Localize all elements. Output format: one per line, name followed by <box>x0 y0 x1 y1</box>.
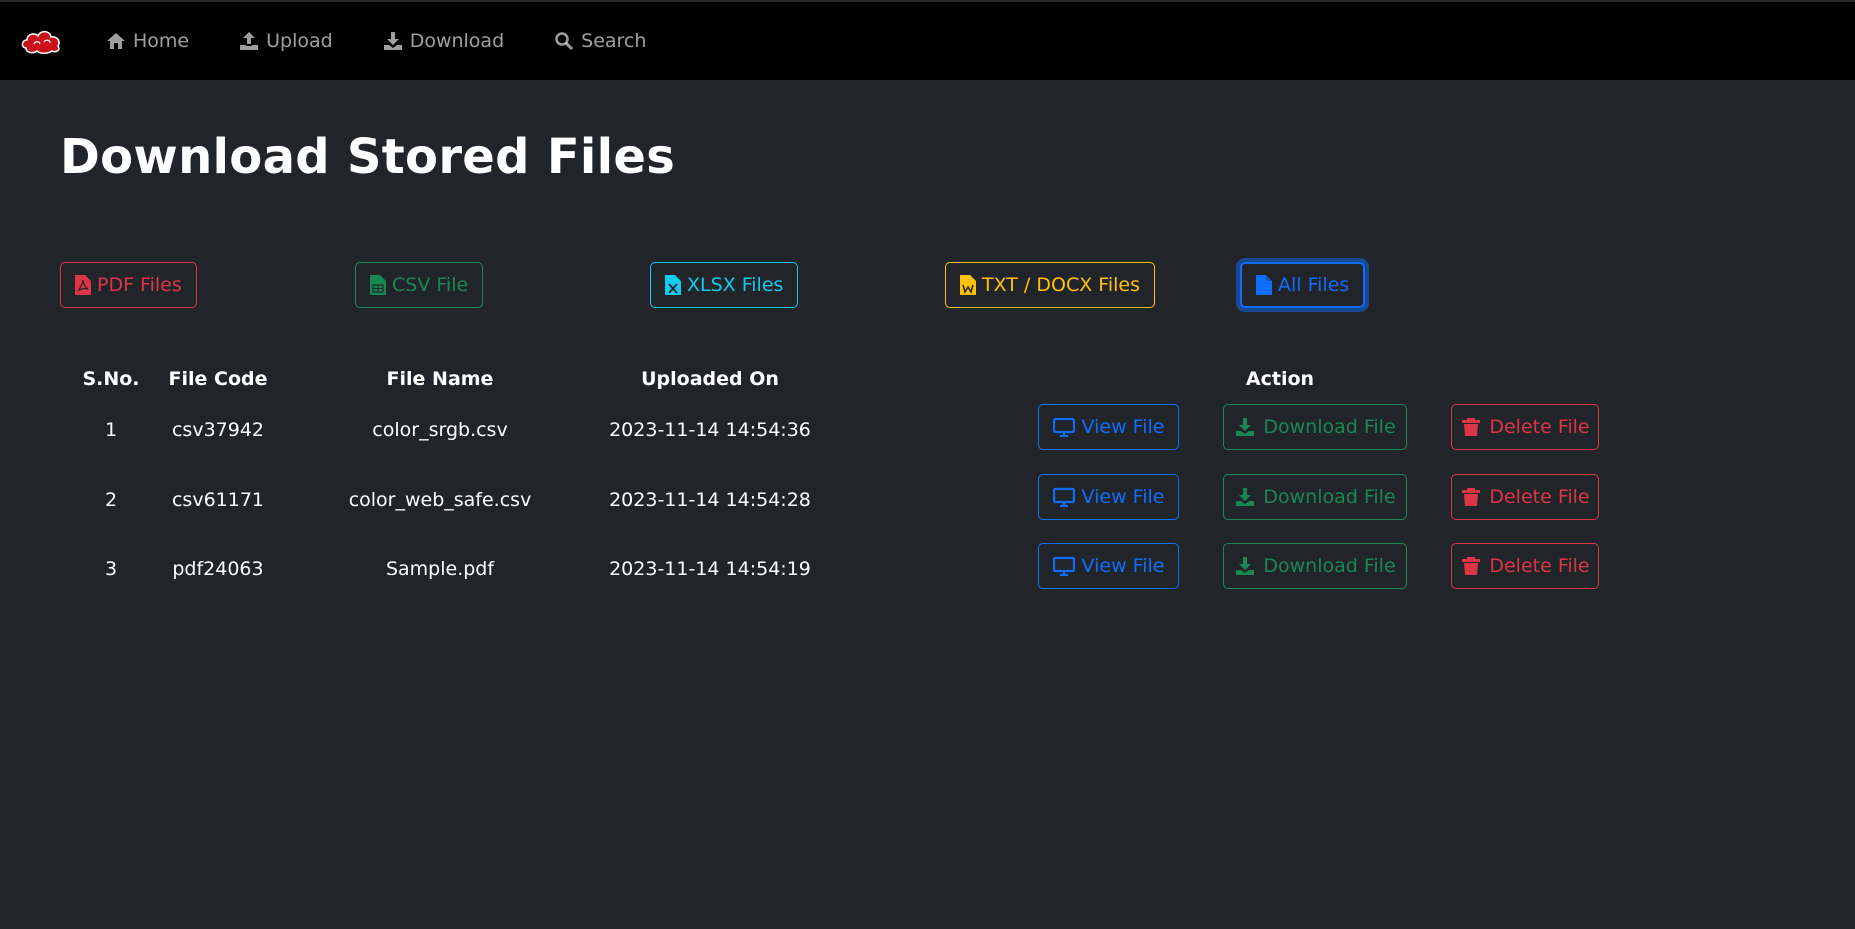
row2-uploaded: 2023-11-14 14:54:28 <box>609 489 811 511</box>
header-file-code: File Code <box>168 368 268 390</box>
row2-download-label: Download File <box>1263 486 1396 508</box>
trash-icon <box>1462 418 1481 436</box>
txt-docx-files-button[interactable]: TXT / DOCX Files <box>945 262 1155 308</box>
page-title: Download Stored Files <box>60 129 676 185</box>
row3-name: Sample.pdf <box>385 558 495 580</box>
header-file-name: File Name <box>386 368 494 390</box>
all-files-button[interactable]: All Files <box>1240 262 1366 308</box>
file-csv-icon <box>370 275 386 295</box>
nav-search-label: Search <box>581 30 647 52</box>
row2-download-button[interactable]: Download File <box>1223 474 1407 520</box>
txt-docx-files-label: TXT / DOCX Files <box>982 274 1140 296</box>
upload-icon <box>240 32 259 50</box>
navbar: Home Upload Download Search <box>0 0 1855 80</box>
monitor-icon <box>1052 487 1075 507</box>
nav-home[interactable]: Home <box>106 30 189 52</box>
row2-view-button[interactable]: View File <box>1038 474 1179 520</box>
nav-search[interactable]: Search <box>554 30 646 52</box>
row1-download-button[interactable]: Download File <box>1223 404 1407 450</box>
row2-code: csv61171 <box>171 489 265 511</box>
row2-delete-label: Delete File <box>1489 486 1590 508</box>
csv-files-label: CSV File <box>392 274 469 296</box>
row1-name: color_srgb.csv <box>372 419 508 441</box>
row1-view-button[interactable]: View File <box>1038 404 1179 450</box>
trash-icon <box>1462 488 1481 506</box>
row2-view-label: View File <box>1081 486 1165 508</box>
file-icon <box>1256 275 1272 295</box>
download-icon <box>383 32 402 50</box>
search-icon <box>555 32 574 51</box>
monitor-icon <box>1052 556 1075 576</box>
row2-sno: 2 <box>104 489 118 511</box>
trash-icon <box>1462 557 1481 575</box>
row2-name: color_web_safe.csv <box>348 489 532 511</box>
row1-delete-button[interactable]: Delete File <box>1451 404 1599 450</box>
download-icon <box>1236 557 1255 575</box>
monitor-icon <box>1052 417 1075 437</box>
row1-uploaded: 2023-11-14 14:54:36 <box>609 419 811 441</box>
header-uploaded-on: Uploaded On <box>641 368 779 390</box>
file-word-icon <box>960 275 976 295</box>
row3-view-button[interactable]: View File <box>1038 543 1179 589</box>
row1-code: csv37942 <box>171 419 265 441</box>
csv-files-button[interactable]: CSV File <box>355 262 484 308</box>
row3-delete-label: Delete File <box>1489 555 1590 577</box>
nav-upload-label: Upload <box>266 30 333 52</box>
row2-delete-button[interactable]: Delete File <box>1451 474 1599 520</box>
nav-download[interactable]: Download <box>383 30 504 52</box>
header-action: Action <box>1245 368 1315 390</box>
row1-delete-label: Delete File <box>1489 416 1590 438</box>
nav-upload[interactable]: Upload <box>239 30 333 52</box>
row3-delete-button[interactable]: Delete File <box>1451 543 1599 589</box>
file-excel-icon <box>665 275 681 295</box>
home-icon <box>107 33 125 49</box>
row1-download-label: Download File <box>1263 416 1396 438</box>
download-icon <box>1236 418 1255 436</box>
main-content: Download Stored Files PDF Files CSV File… <box>0 122 1855 589</box>
row3-uploaded: 2023-11-14 14:54:19 <box>609 558 811 580</box>
pdf-files-button[interactable]: PDF Files <box>60 262 197 308</box>
nav-home-label: Home <box>133 30 190 52</box>
row3-sno: 3 <box>104 558 118 580</box>
row1-sno: 1 <box>104 419 118 441</box>
row3-code: pdf24063 <box>172 558 264 580</box>
file-type-filters: PDF Files CSV File XLSX Files TXT / DOCX… <box>60 262 1855 312</box>
pdf-files-label: PDF Files <box>97 274 182 296</box>
nav-download-label: Download <box>409 30 505 52</box>
file-pdf-icon <box>75 275 91 295</box>
row1-view-label: View File <box>1081 416 1165 438</box>
xlsx-files-button[interactable]: XLSX Files <box>650 262 799 308</box>
row3-download-button[interactable]: Download File <box>1223 543 1407 589</box>
header-sno: S.No. <box>82 368 140 390</box>
all-files-label: All Files <box>1278 274 1350 296</box>
xlsx-files-label: XLSX Files <box>687 274 784 296</box>
download-icon <box>1236 488 1255 506</box>
row3-view-label: View File <box>1081 555 1165 577</box>
cloud-logo-icon[interactable] <box>20 26 62 56</box>
row3-download-label: Download File <box>1263 555 1396 577</box>
